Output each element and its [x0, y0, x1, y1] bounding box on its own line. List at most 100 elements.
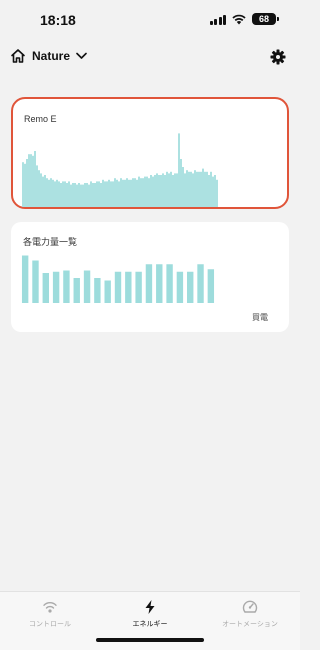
remo-usage-bar [120, 178, 122, 207]
remo-usage-bar [62, 181, 64, 207]
remo-usage-bar [102, 179, 104, 207]
remo-usage-bar [142, 178, 144, 207]
remo-e-card[interactable]: Remo E [11, 97, 289, 209]
device-power-bar [187, 271, 194, 303]
remo-usage-bar [108, 179, 110, 207]
device-power-bar [156, 264, 163, 303]
remo-usage-bar [138, 176, 140, 207]
status-bar: 18:18 68 [0, 0, 300, 40]
remo-usage-bar [68, 181, 70, 207]
remo-usage-bar [206, 171, 208, 207]
remo-usage-bar [172, 175, 174, 207]
device-power-bar [145, 264, 153, 303]
remo-usage-bar [214, 175, 216, 207]
device-power-bar [176, 271, 184, 303]
remo-e-chart [22, 133, 218, 207]
remo-usage-bar [196, 171, 198, 207]
device-power-bar [166, 264, 173, 303]
remo-usage-bar [170, 171, 172, 207]
remo-usage-bar [50, 178, 52, 207]
home-selector-button[interactable]: Nature [10, 48, 87, 64]
remo-usage-bar [122, 179, 124, 207]
remo-usage-bar [194, 170, 196, 207]
device-power-bar [32, 260, 39, 303]
remo-usage-bar [32, 155, 34, 207]
settings-button[interactable] [270, 49, 286, 65]
remo-usage-bar [116, 179, 118, 207]
remo-usage-bar [134, 178, 136, 207]
remo-usage-bar [66, 183, 68, 207]
remo-usage-bar [174, 173, 176, 207]
remo-usage-bar [190, 171, 192, 207]
remo-usage-bar [82, 184, 84, 207]
remo-usage-bar [52, 179, 54, 207]
remo-usage-bar [86, 183, 88, 207]
remo-usage-bar [152, 176, 154, 207]
remo-usage-bar [56, 179, 58, 207]
status-time: 18:18 [40, 12, 76, 28]
remo-e-title: Remo E [24, 114, 57, 124]
remo-usage-bar [160, 175, 162, 207]
tab-energy[interactable]: エネルギー [100, 599, 200, 629]
device-power-bar [83, 270, 91, 303]
wireless-signal-icon [43, 602, 57, 613]
remo-usage-bar [44, 175, 46, 207]
remo-usage-bar [88, 184, 90, 207]
device-power-bar [197, 264, 204, 303]
wifi-icon [232, 14, 246, 24]
remo-usage-bar [156, 173, 158, 207]
status-icons: 68 [209, 13, 279, 25]
lightning-bolt-icon [145, 600, 155, 614]
remo-usage-bar [164, 175, 166, 207]
remo-usage-bar [188, 171, 190, 207]
device-power-bar [42, 273, 49, 303]
remo-usage-bar [150, 175, 152, 207]
remo-usage-bar [130, 179, 132, 207]
remo-usage-bar [100, 183, 102, 207]
remo-usage-bar [40, 173, 42, 207]
remo-usage-bar [114, 178, 116, 207]
buy-power-label: 買電 [252, 313, 268, 322]
tab-automation-label: オートメーション [222, 621, 278, 628]
remo-usage-bar [198, 171, 200, 207]
remo-usage-bar [98, 181, 100, 207]
remo-usage-bar [78, 183, 80, 207]
remo-usage-bar [28, 154, 30, 207]
device-power-chart [21, 255, 215, 303]
remo-usage-bar [84, 183, 86, 207]
remo-usage-bar [38, 170, 40, 207]
remo-usage-bar [90, 181, 92, 207]
device-power-bar [114, 271, 122, 303]
device-power-bar [207, 269, 215, 303]
device-power-bar [21, 255, 29, 303]
remo-usage-bar [146, 176, 148, 207]
tab-control[interactable]: コントロール [0, 599, 100, 629]
remo-usage-bar [34, 151, 36, 207]
remo-usage-bar [210, 171, 212, 207]
remo-usage-bar [168, 173, 170, 207]
gear-icon [270, 49, 286, 65]
remo-usage-bar [154, 175, 156, 207]
remo-usage-bar [94, 183, 96, 207]
remo-usage-bar [26, 159, 28, 207]
device-power-bar [94, 278, 101, 303]
remo-usage-bar [92, 183, 94, 207]
remo-usage-bar [72, 183, 74, 207]
home-icon [11, 49, 25, 63]
remo-usage-bar [58, 181, 60, 207]
tab-automation[interactable]: オートメーション [200, 599, 300, 629]
device-power-list-card[interactable]: 各電力量一覧 買電 [11, 222, 289, 332]
remo-usage-bar [36, 165, 38, 207]
remo-usage-bar [216, 179, 218, 207]
remo-usage-bar [212, 176, 214, 207]
remo-usage-bar [76, 184, 78, 207]
remo-usage-bar [182, 167, 184, 207]
remo-usage-bar [64, 181, 66, 207]
remo-usage-bar [178, 133, 180, 207]
remo-usage-bar [54, 181, 56, 207]
home-title: Nature [32, 49, 71, 63]
remo-usage-bar [70, 184, 72, 207]
remo-usage-bar [118, 181, 120, 207]
remo-usage-bar [176, 173, 178, 207]
chevron-down-icon [76, 52, 87, 59]
